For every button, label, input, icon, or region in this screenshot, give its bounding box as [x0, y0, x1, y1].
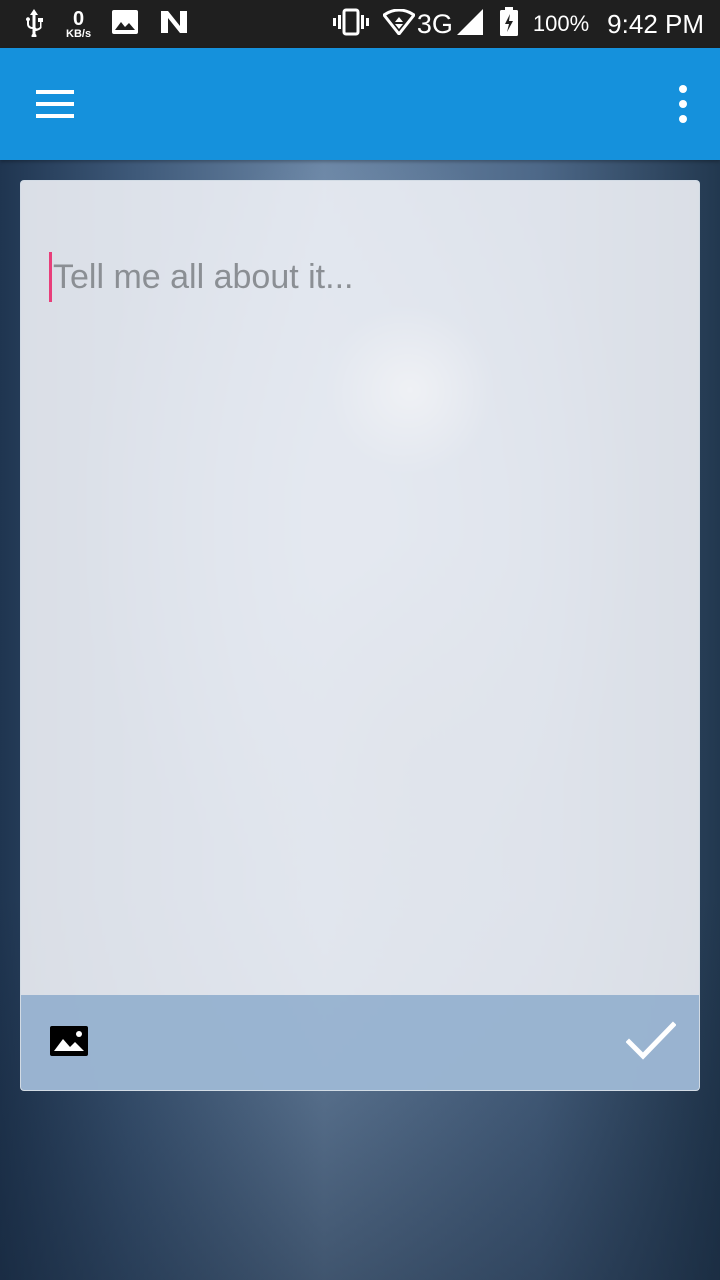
battery-percent: 100% — [532, 11, 590, 36]
status-bar: 0 KB/s 3G 100% 9:42 PM — [0, 0, 720, 48]
gallery-notification-icon — [111, 9, 139, 39]
network-type-label: 3G — [416, 8, 453, 39]
note-editor-card — [20, 180, 700, 1091]
network-speed-indicator: 0 KB/s — [66, 9, 91, 40]
hamburger-menu-icon[interactable] — [36, 84, 76, 124]
note-text-area[interactable] — [49, 247, 669, 307]
network-speed-unit: KB/s — [66, 27, 92, 40]
signal-strength-icon — [455, 8, 485, 40]
clock: 9:42 PM — [607, 8, 704, 39]
wifi-data-icon — [382, 8, 416, 39]
more-options-icon[interactable] — [668, 84, 698, 124]
image-icon — [49, 1025, 89, 1061]
network-speed-value: 0 — [72, 7, 85, 30]
mobile-signal: 3G — [382, 8, 485, 40]
card-toolbar — [21, 995, 699, 1090]
vibrate-icon — [332, 8, 369, 40]
checkmark-icon — [625, 1020, 677, 1065]
n-notification-icon — [159, 9, 189, 39]
text-cursor — [49, 252, 52, 302]
save-note-button[interactable] — [623, 1015, 679, 1071]
app-bar — [0, 48, 720, 160]
battery-charging-icon — [499, 7, 519, 41]
insert-image-button[interactable] — [49, 1023, 89, 1063]
usb-icon — [22, 7, 46, 41]
note-input[interactable] — [53, 257, 633, 297]
